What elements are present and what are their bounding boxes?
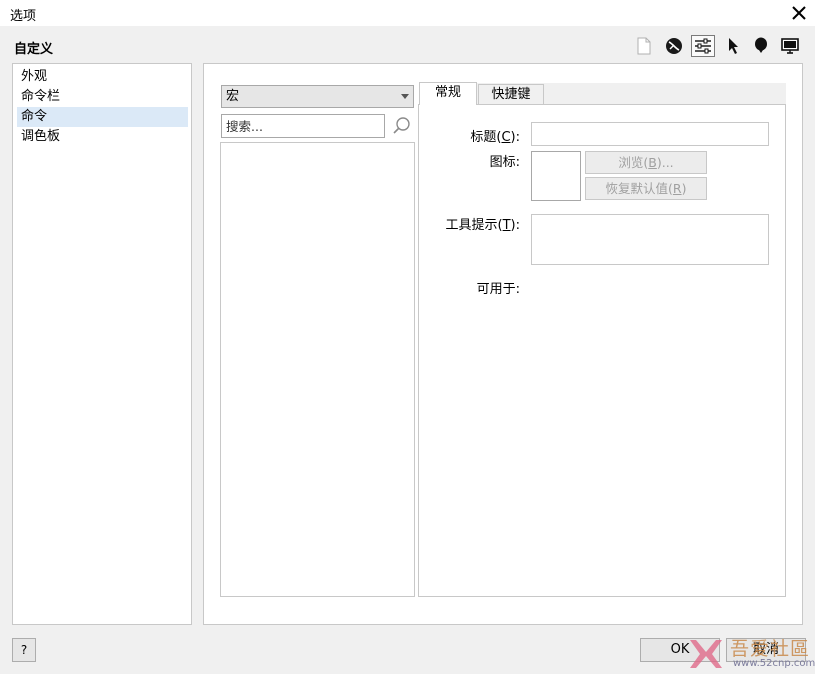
- tab-general[interactable]: 常规: [419, 82, 477, 105]
- browse-button[interactable]: 浏览(B)...: [585, 151, 707, 174]
- category-select-value: 宏: [226, 89, 240, 104]
- help-button[interactable]: ?: [12, 638, 36, 662]
- caption-input[interactable]: [531, 122, 769, 146]
- watermark-emblem-icon: [690, 640, 722, 668]
- restore-default-button[interactable]: 恢复默认值(R): [585, 177, 707, 200]
- nav-item-command-bars[interactable]: 命令栏: [17, 87, 188, 107]
- icon-preview: [531, 151, 581, 201]
- command-list[interactable]: [220, 142, 415, 597]
- sliders-icon[interactable]: [691, 35, 715, 57]
- watermark-text: 吾爱社區: [730, 638, 811, 660]
- section-title: 自定义: [14, 42, 54, 57]
- window-title: 选项: [10, 9, 37, 24]
- nav-item-appearance[interactable]: 外观: [17, 67, 188, 87]
- search-icon[interactable]: [392, 116, 412, 136]
- command-category-select[interactable]: 宏: [221, 85, 414, 108]
- title-bar: [0, 0, 815, 26]
- caption-label: 标题(C):: [470, 130, 520, 145]
- watermark-url: www.52cnp.com: [733, 658, 815, 669]
- nav-item-commands[interactable]: 命令: [17, 107, 188, 127]
- tab-shortcut-keys[interactable]: 快捷键: [478, 84, 544, 104]
- pointer-icon[interactable]: [721, 35, 745, 57]
- command-search-input[interactable]: [221, 114, 385, 138]
- tooltip-input[interactable]: [531, 214, 769, 265]
- nav-item-palettes[interactable]: 调色板: [17, 127, 188, 147]
- available-in-label: 可用于:: [476, 282, 520, 297]
- balloon-icon[interactable]: [749, 35, 773, 57]
- chevron-down-icon: [401, 94, 409, 99]
- close-icon: [792, 6, 806, 20]
- icon-label: 图标:: [489, 155, 520, 170]
- globe-icon[interactable]: [662, 35, 686, 57]
- document-icon[interactable]: [632, 35, 656, 57]
- category-tree: 外观 命令栏 命令 调色板: [12, 63, 192, 625]
- monitor-icon[interactable]: [778, 35, 802, 57]
- close-button[interactable]: [786, 0, 812, 26]
- tooltip-label: 工具提示(T):: [445, 218, 521, 233]
